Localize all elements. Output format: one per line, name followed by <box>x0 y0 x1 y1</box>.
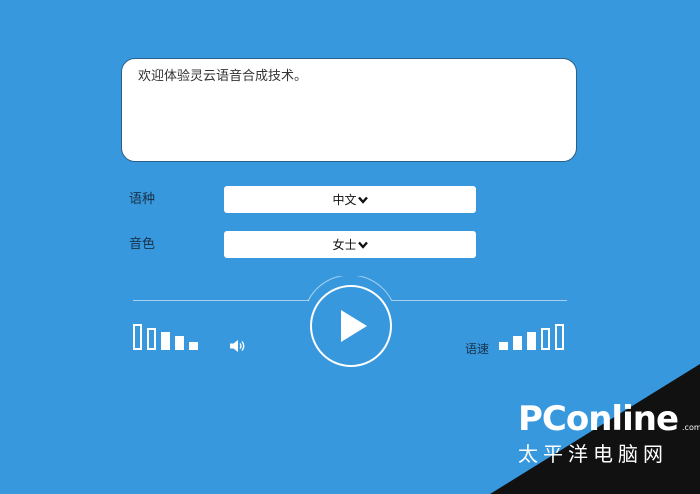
tts-text-input[interactable]: 欢迎体验灵云语音合成技术。 <box>121 58 577 162</box>
pconline-watermark-logo: PConline.com.cn 太平洋电脑网 <box>518 402 700 467</box>
volume-bar[interactable] <box>161 332 170 350</box>
speed-label: 语速 <box>465 342 490 356</box>
voice-select-value: 女士 <box>332 238 357 252</box>
language-select-value: 中文 <box>332 193 357 207</box>
divider-right <box>392 300 567 301</box>
chevron-down-icon <box>357 241 368 249</box>
play-icon <box>341 310 367 342</box>
voice-label: 音色 <box>129 237 156 252</box>
language-select[interactable]: 中文 <box>224 186 476 213</box>
language-label: 语种 <box>129 192 156 207</box>
watermark-subtitle: 太平洋电脑网 <box>518 442 668 466</box>
watermark-domain: .com.cn <box>682 423 700 432</box>
volume-bar[interactable] <box>175 336 184 350</box>
play-button[interactable] <box>310 285 392 367</box>
speed-bar[interactable] <box>513 336 522 350</box>
divider-left <box>133 300 309 301</box>
volume-bar[interactable] <box>133 324 142 350</box>
speed-bars[interactable] <box>499 324 564 350</box>
watermark-brand: PConline <box>518 399 679 439</box>
speed-bar[interactable] <box>555 324 564 350</box>
volume-bar[interactable] <box>189 342 198 350</box>
speed-bar[interactable] <box>541 328 550 350</box>
volume-icon <box>230 340 245 352</box>
voice-select[interactable]: 女士 <box>224 231 476 258</box>
speed-bar[interactable] <box>527 332 536 350</box>
chevron-down-icon <box>357 196 368 204</box>
volume-bar[interactable] <box>147 328 156 350</box>
volume-bars[interactable] <box>133 324 198 350</box>
speed-bar[interactable] <box>499 342 508 350</box>
